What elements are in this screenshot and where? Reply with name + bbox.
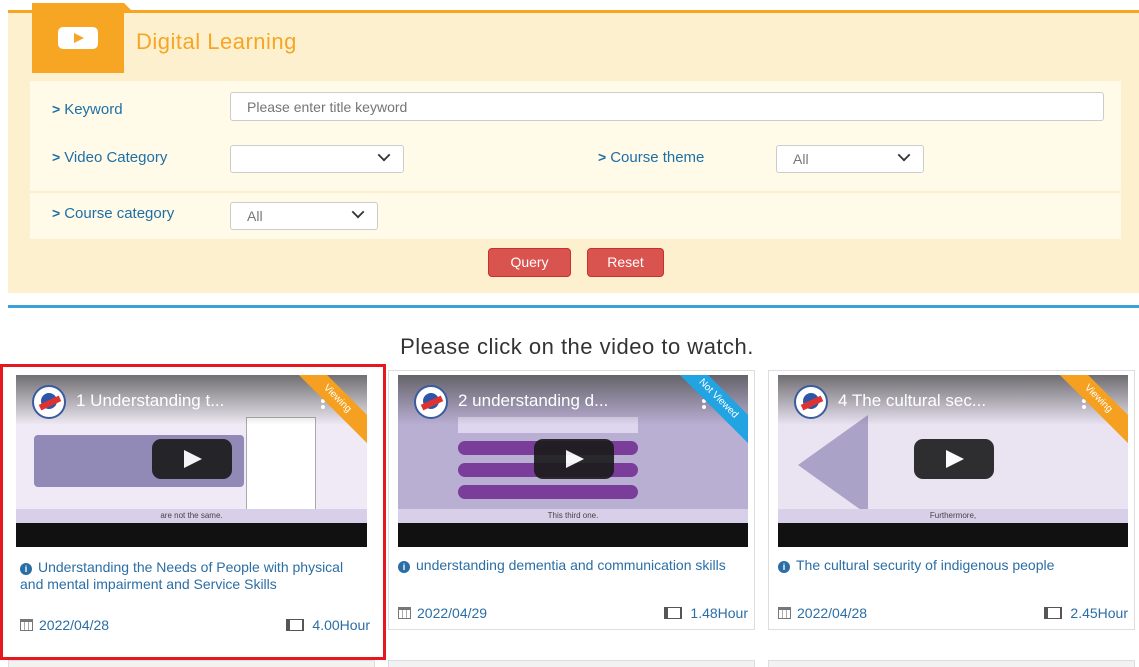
video-description[interactable]: i The cultural security of indigenous peo… (778, 557, 1118, 574)
date-text: 2022/04/29 (417, 605, 488, 621)
description-text: understanding dementia and communication… (416, 557, 726, 573)
date-text: 2022/04/28 (39, 617, 110, 633)
keyword-label: > Keyword (52, 101, 123, 118)
next-row-card (388, 660, 755, 667)
info-icon: i (20, 563, 32, 575)
video-description[interactable]: i Understanding the Needs of People with … (20, 559, 370, 593)
course-theme-label-text: Course theme (610, 149, 705, 166)
video-date: 2022/04/29 (398, 605, 487, 621)
chevron-right-icon: > (52, 205, 61, 221)
video-category-select[interactable] (230, 145, 404, 173)
section-divider (8, 305, 1139, 308)
calendar-icon (778, 607, 791, 619)
duration-text: 2.45Hour (1070, 605, 1128, 621)
slide-caption: Furthermore, (778, 509, 1128, 523)
video-date: 2022/04/28 (778, 605, 867, 621)
keyword-input[interactable] (230, 92, 1104, 121)
play-button[interactable] (534, 439, 614, 479)
video-title: 2 understanding d... (458, 391, 609, 410)
film-icon (286, 619, 305, 631)
keyword-row: > Keyword (30, 81, 1121, 140)
video-bottom-bar (16, 523, 367, 547)
video-card[interactable]: This third one. 2 understanding d... Not… (388, 370, 755, 630)
course-category-value: All (247, 208, 263, 224)
video-thumbnail[interactable]: This third one. 2 understanding d... Not… (398, 375, 748, 547)
youtube-play-icon (58, 27, 98, 49)
slide-caption: This third one. (398, 509, 748, 523)
chevron-down-icon (897, 148, 911, 162)
query-button[interactable]: Query (488, 248, 571, 277)
chevron-right-icon: > (52, 101, 61, 117)
chevron-right-icon: > (598, 149, 607, 165)
duration-text: 1.48Hour (690, 605, 748, 621)
course-category-select[interactable]: All (230, 202, 378, 230)
watch-hint: Please click on the video to watch. (400, 334, 754, 359)
video-category-label: > Video Category (52, 149, 167, 166)
keyword-label-text: Keyword (64, 101, 123, 118)
video-bottom-bar (398, 523, 748, 547)
chevron-right-icon: > (52, 149, 61, 165)
info-icon: i (778, 561, 790, 573)
film-icon (664, 607, 683, 619)
slide-caption: are not the same. (16, 509, 367, 523)
course-theme-select[interactable]: All (776, 145, 924, 173)
video-card[interactable]: are not the same. 1 Understanding t... V… (0, 364, 386, 660)
next-row-card (768, 660, 1135, 667)
course-theme-label: > Course theme (598, 149, 704, 166)
video-duration: 4.00Hour (286, 617, 370, 633)
panel-title: Digital Learning (136, 29, 297, 54)
video-title: 4 The cultural sec... (838, 391, 987, 410)
play-button[interactable] (914, 439, 994, 479)
course-category-label-text: Course category (64, 205, 175, 222)
film-icon (1044, 607, 1063, 619)
video-card[interactable]: Furthermore, 4 The cultural sec... Viewi… (768, 370, 1135, 630)
chevron-down-icon (351, 205, 365, 219)
video-bottom-bar (778, 523, 1128, 547)
chevron-down-icon (377, 148, 391, 162)
video-date: 2022/04/28 (20, 617, 109, 633)
slide-arrow (798, 415, 868, 515)
play-button[interactable] (152, 439, 232, 479)
video-duration: 2.45Hour (1044, 605, 1128, 621)
course-category-label: > Course category (52, 205, 174, 222)
video-description[interactable]: i understanding dementia and communicatio… (398, 557, 738, 574)
category-row: > Video Category > Course theme All (30, 137, 1121, 191)
description-text: Understanding the Needs of People with p… (20, 559, 344, 592)
description-text: The cultural security of indigenous peop… (796, 557, 1055, 573)
video-thumbnail[interactable]: Furthermore, 4 The cultural sec... Viewi… (778, 375, 1128, 547)
channel-logo-icon (414, 385, 448, 419)
channel-logo-icon (32, 385, 66, 419)
duration-text: 4.00Hour (312, 617, 370, 633)
course-theme-value: All (793, 151, 809, 167)
video-title: 1 Understanding t... (76, 391, 225, 410)
calendar-icon (20, 619, 33, 631)
calendar-icon (398, 607, 411, 619)
header-tab (32, 3, 134, 73)
info-icon: i (398, 561, 410, 573)
video-duration: 1.48Hour (664, 605, 748, 621)
video-thumbnail[interactable]: are not the same. 1 Understanding t... V… (16, 375, 367, 547)
video-category-label-text: Video Category (64, 149, 168, 166)
slide-document (246, 417, 316, 517)
reset-button[interactable]: Reset (587, 248, 664, 277)
course-category-row: > Course category All (30, 193, 1121, 239)
search-panel: Digital Learning >Keyword >Video Categor… (8, 3, 1139, 293)
next-row-card (8, 660, 375, 667)
panel-header: Digital Learning (8, 3, 1139, 73)
date-text: 2022/04/28 (797, 605, 868, 621)
slide-bullet (458, 485, 638, 499)
channel-logo-icon (794, 385, 828, 419)
